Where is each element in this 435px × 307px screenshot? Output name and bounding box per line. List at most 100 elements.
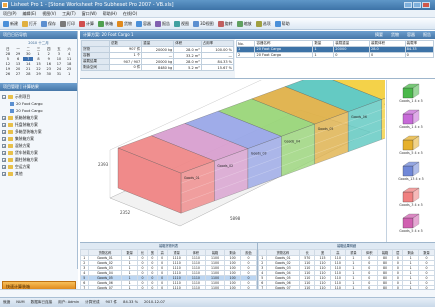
tree-item[interactable]: + 集装箱方案 bbox=[2, 135, 75, 142]
toolbar-button[interactable]: 视图 bbox=[174, 20, 189, 27]
tree-item[interactable]: + 纸箱装箱方案 bbox=[2, 114, 75, 121]
expand-icon[interactable]: + bbox=[2, 136, 6, 141]
calendar-day[interactable]: 9 bbox=[44, 57, 54, 62]
menu-item[interactable]: 工具(T) bbox=[62, 10, 76, 17]
expand-icon[interactable]: + bbox=[2, 129, 6, 134]
tree-item[interactable]: + 货车装载方案 bbox=[2, 149, 75, 156]
calendar-day[interactable]: 13 bbox=[13, 62, 23, 67]
maximize-button[interactable] bbox=[413, 2, 421, 8]
calendar-day[interactable]: 24 bbox=[54, 67, 64, 72]
main-tab[interactable]: 报告 bbox=[423, 31, 431, 39]
toolbar-button[interactable]: 缩放 bbox=[236, 20, 252, 27]
calendar-day[interactable]: 25 bbox=[64, 67, 74, 72]
menu-item[interactable]: 帮助(H) bbox=[103, 10, 117, 17]
toolbar-button[interactable]: 计算 bbox=[79, 20, 94, 27]
calendar-day[interactable]: 7 bbox=[23, 56, 34, 61]
calendar-day[interactable]: 27 bbox=[13, 72, 23, 77]
calendar-day[interactable]: 4 bbox=[64, 52, 74, 57]
width-dimension: 2352 bbox=[120, 210, 131, 215]
calendar-day[interactable]: 18 bbox=[64, 62, 74, 67]
calendar-day[interactable]: 19 bbox=[3, 67, 13, 72]
calendar-day[interactable]: 3 bbox=[54, 52, 64, 57]
calendar-day[interactable]: 17 bbox=[54, 62, 64, 67]
main-tab[interactable]: 容器 bbox=[407, 31, 415, 39]
calendar-day[interactable]: 11 bbox=[64, 57, 74, 62]
expand-icon[interactable]: + bbox=[2, 143, 6, 148]
table-row[interactable]: 2 20 Foot Cargo 1 0 0 0 bbox=[235, 51, 435, 58]
calendar-day[interactable]: 28 bbox=[3, 52, 13, 57]
expand-icon[interactable]: + bbox=[2, 150, 6, 155]
calendar-day[interactable]: 15 bbox=[34, 62, 44, 67]
table-cell: 15.67 % bbox=[200, 64, 235, 71]
tree-item[interactable]: 20 Foot Cargo bbox=[2, 107, 75, 114]
calendar-day[interactable]: 12 bbox=[3, 62, 13, 67]
calendar-day[interactable]: 22 bbox=[34, 67, 44, 72]
calendar-day[interactable]: 30 bbox=[44, 72, 54, 77]
calendar-day[interactable]: 21 bbox=[23, 67, 33, 72]
minimize-button[interactable] bbox=[404, 2, 412, 8]
toolbar-button[interactable]: 货物 bbox=[117, 20, 132, 27]
expand-icon[interactable]: + bbox=[2, 115, 6, 120]
tree-item[interactable]: + 空运方案 bbox=[2, 163, 75, 170]
toolbar-button[interactable]: 旋转 bbox=[217, 20, 233, 27]
calendar-day[interactable]: 28 bbox=[23, 72, 33, 77]
tree-item[interactable]: + 混装方案 bbox=[2, 142, 75, 149]
toolbar-button[interactable]: 容器 bbox=[136, 20, 151, 27]
calendar-day[interactable]: 8 bbox=[34, 57, 44, 62]
toolbar-button[interactable]: 新建 bbox=[3, 20, 18, 27]
summary-right: No. 容器名称 数量 装载重量 装载体积 装载率 1 20 Foot Cargo 1 20000… bbox=[235, 39, 435, 78]
goods-thumbnail[interactable]: Goods_5 4 x 5 bbox=[387, 213, 435, 239]
toolbar-button[interactable]: 选项 bbox=[255, 20, 271, 27]
calendar-title[interactable]: 2010 十二月 bbox=[3, 41, 74, 46]
goods-thumbnail[interactable]: Goods_5 4 x 5 bbox=[387, 135, 435, 161]
menu-item[interactable]: 视图(V) bbox=[42, 10, 56, 17]
tree-item[interactable]: − 示例项目 bbox=[2, 93, 75, 100]
menu-item[interactable]: 窗口(W) bbox=[82, 10, 97, 17]
calendar-day[interactable]: 26 bbox=[3, 72, 13, 77]
toolbar-button[interactable]: 打印 bbox=[60, 20, 75, 27]
calendar-day[interactable]: 2 bbox=[44, 52, 54, 57]
calendar-day[interactable]: 16 bbox=[44, 62, 54, 67]
tree-item[interactable]: + 圆柱装箱方案 bbox=[2, 156, 75, 163]
calendar-day[interactable]: 1 bbox=[64, 72, 74, 77]
calendar-day[interactable]: 29 bbox=[34, 72, 44, 77]
toolbar-button[interactable]: 3D视图 bbox=[193, 20, 214, 27]
calendar-day[interactable]: 20 bbox=[13, 67, 23, 72]
goods-thumbnail[interactable]: Goods_13 4 x 5 bbox=[387, 161, 435, 187]
tree-item[interactable]: + 托盘装箱方案 bbox=[2, 121, 75, 128]
calendar-day[interactable]: 30 bbox=[23, 52, 33, 57]
calendar-day[interactable]: 14 bbox=[23, 62, 33, 67]
main-tab[interactable]: 摘要 bbox=[375, 31, 383, 39]
goods-thumbnail[interactable]: Goods_1 4 x 5 bbox=[387, 83, 435, 109]
expand-icon[interactable]: + bbox=[2, 122, 6, 127]
main-tab[interactable]: 货物 bbox=[391, 31, 399, 39]
tree-item[interactable]: 20 Foot Cargo bbox=[2, 100, 75, 107]
toolbar-icon bbox=[79, 20, 85, 27]
toolbar-button[interactable]: 保存 bbox=[41, 20, 56, 27]
calendar-day[interactable]: 23 bbox=[44, 67, 54, 72]
calendar-day[interactable]: 5 bbox=[3, 57, 13, 62]
tree-item[interactable]: + 多箱型装箱方案 bbox=[2, 128, 75, 135]
calendar-day[interactable]: 1 bbox=[34, 52, 44, 57]
table-row[interactable]: 剩余空间 0 件 8480 kg 5.2 m³ 15.67 % bbox=[81, 64, 235, 71]
goods-thumbnail[interactable]: Goods_3 4 x 5 bbox=[387, 187, 435, 213]
close-button[interactable] bbox=[422, 2, 430, 8]
calendar-day[interactable]: 10 bbox=[54, 57, 64, 62]
expand-icon[interactable]: + bbox=[2, 164, 6, 169]
goods-thumbnail[interactable]: Goods_1 4 x 5 bbox=[387, 109, 435, 135]
calendar-day[interactable]: 31 bbox=[54, 72, 64, 77]
tree-item[interactable]: + 其他 bbox=[2, 170, 75, 177]
collapse-icon[interactable]: − bbox=[2, 94, 6, 99]
expand-icon[interactable]: + bbox=[2, 171, 6, 176]
menu-item[interactable]: 编辑(E) bbox=[23, 10, 37, 17]
expand-icon[interactable]: + bbox=[2, 157, 6, 162]
menu-item[interactable]: 项目(P) bbox=[3, 10, 17, 17]
toolbar-button[interactable]: 帮助 bbox=[274, 20, 290, 27]
toolbar-button[interactable]: 装箱 bbox=[98, 20, 113, 27]
menu-item[interactable]: 在线(O) bbox=[123, 10, 137, 17]
toolbar-button[interactable]: 打开 bbox=[22, 20, 37, 27]
toolbar-button[interactable]: 报告 bbox=[155, 20, 170, 27]
3d-viewport[interactable]: Goods_07Goods_06Goods_05Goods_04Goods_03… bbox=[80, 80, 385, 242]
calendar-day[interactable]: 6 bbox=[13, 57, 23, 62]
calendar-day[interactable]: 29 bbox=[13, 52, 23, 57]
